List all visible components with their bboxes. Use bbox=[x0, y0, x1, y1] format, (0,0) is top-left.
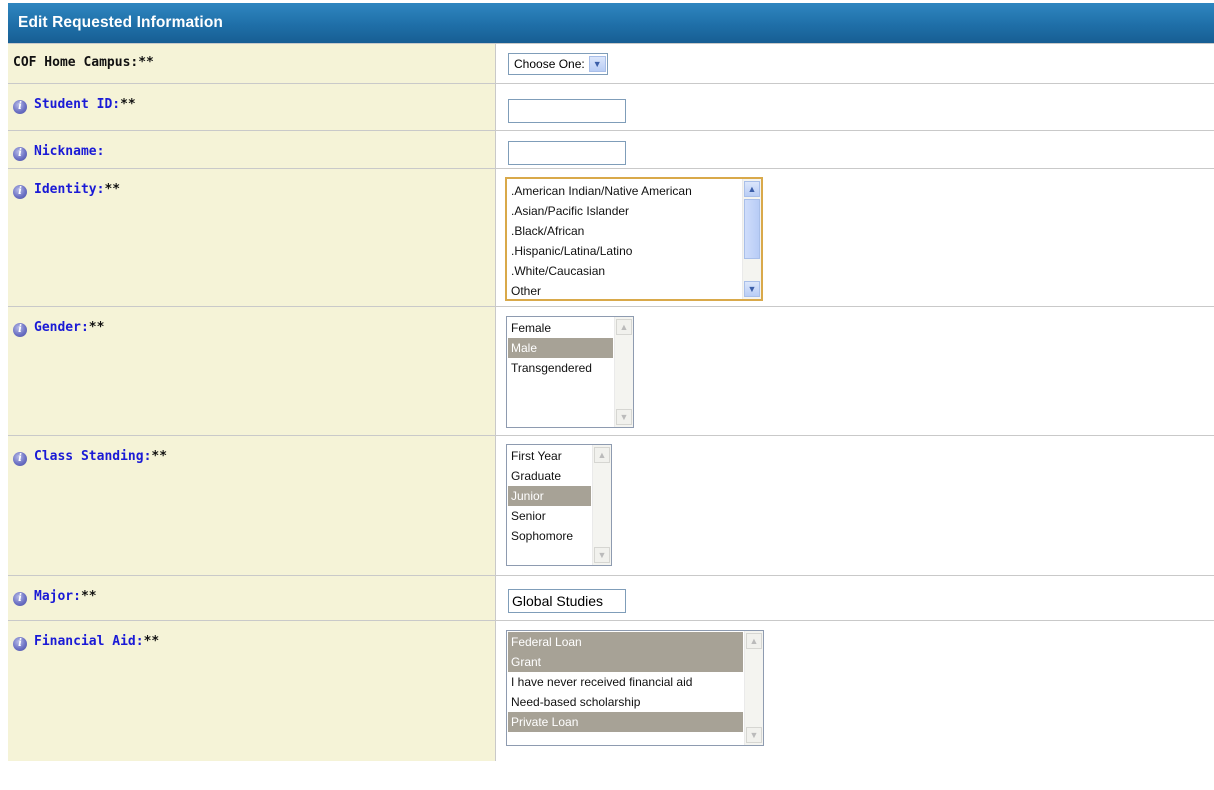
label-cell: i Identity: ** bbox=[8, 168, 496, 307]
info-icon[interactable]: i bbox=[13, 637, 27, 651]
value-cell bbox=[495, 83, 1214, 131]
listbox-option[interactable]: Senior bbox=[508, 506, 591, 526]
financial-aid-listbox[interactable]: Federal Loan Grant I have never received f… bbox=[506, 630, 764, 746]
scrollbar[interactable]: ▲ ▼ bbox=[614, 317, 633, 427]
listbox-option[interactable]: Other bbox=[508, 281, 741, 299]
gender-label: Gender: bbox=[34, 319, 89, 335]
listbox-option[interactable]: Sophomore bbox=[508, 526, 591, 546]
label-cell: i Financial Aid: ** bbox=[8, 620, 496, 761]
value-cell: Female Male Transgendered ▲ ▼ bbox=[495, 306, 1214, 436]
listbox-option[interactable]: Private Loan bbox=[508, 712, 743, 732]
listbox-option[interactable]: .Asian/Pacific Islander bbox=[508, 201, 741, 221]
listbox-option[interactable]: .White/Caucasian bbox=[508, 261, 741, 281]
required-marker: ** bbox=[104, 181, 121, 197]
value-cell: Federal Loan Grant I have never received f… bbox=[495, 620, 1214, 761]
row-campus: COF Home Campus: ** Choose One: ▼ bbox=[8, 43, 1214, 84]
listbox-option[interactable]: .American Indian/Native American bbox=[508, 181, 741, 201]
info-icon[interactable]: i bbox=[13, 185, 27, 199]
value-cell: First Year Graduate Junior Senior Sophomore … bbox=[495, 435, 1214, 576]
listbox-option[interactable]: Transgendered bbox=[508, 358, 613, 378]
major-label: Major: bbox=[34, 588, 81, 604]
scrollbar-thumb[interactable] bbox=[744, 199, 760, 259]
info-icon[interactable]: i bbox=[13, 323, 27, 337]
identity-listbox[interactable]: .American Indian/Native American .Asian/… bbox=[505, 177, 763, 301]
identity-label: Identity: bbox=[34, 181, 105, 197]
scrollbar[interactable]: ▲ ▼ bbox=[742, 179, 761, 299]
value-cell: .American Indian/Native American .Asian/… bbox=[495, 168, 1214, 307]
student-id-input[interactable] bbox=[508, 99, 626, 123]
listbox-option[interactable]: Female bbox=[508, 318, 613, 338]
label-cell: i Major: ** bbox=[8, 575, 496, 621]
required-marker: ** bbox=[120, 96, 136, 112]
scroll-up-arrow-icon[interactable]: ▲ bbox=[594, 447, 610, 463]
scroll-up-arrow-icon[interactable]: ▲ bbox=[744, 181, 760, 197]
nickname-label: Nickname: bbox=[34, 143, 105, 159]
scroll-down-arrow-icon[interactable]: ▼ bbox=[594, 547, 610, 563]
listbox-option[interactable]: First Year bbox=[508, 446, 591, 466]
major-input[interactable]: Global Studies bbox=[508, 589, 626, 613]
required-marker: ** bbox=[80, 588, 97, 604]
listbox-option[interactable]: Junior bbox=[508, 486, 591, 506]
required-marker: ** bbox=[88, 319, 105, 335]
edit-info-panel: Edit Requested Information COF Home Camp… bbox=[8, 3, 1214, 790]
financial-aid-label: Financial Aid: bbox=[34, 633, 144, 649]
label-cell: i Nickname: bbox=[8, 130, 496, 169]
nickname-input[interactable] bbox=[508, 141, 626, 165]
class-standing-listbox[interactable]: First Year Graduate Junior Senior Sophomore … bbox=[506, 444, 612, 566]
scrollbar[interactable]: ▲ ▼ bbox=[592, 445, 611, 565]
listbox-option[interactable]: Grant bbox=[508, 652, 743, 672]
campus-select-value: Choose One: bbox=[514, 57, 585, 71]
row-class-standing: i Class Standing: ** First Year Graduate Ju… bbox=[8, 435, 1214, 576]
panel-title: Edit Requested Information bbox=[18, 14, 223, 31]
gender-listbox[interactable]: Female Male Transgendered ▲ ▼ bbox=[506, 316, 634, 428]
label-cell: i Gender: ** bbox=[8, 306, 496, 436]
required-marker: ** bbox=[151, 448, 168, 464]
row-financial-aid: i Financial Aid: ** Federal Loan Grant I ha… bbox=[8, 620, 1214, 761]
campus-select[interactable]: Choose One: ▼ bbox=[508, 53, 608, 75]
info-icon[interactable]: i bbox=[13, 452, 27, 466]
listbox-option[interactable]: Need-based scholarship bbox=[508, 692, 743, 712]
student-id-label: Student ID: bbox=[34, 96, 121, 112]
info-icon[interactable]: i bbox=[13, 592, 27, 606]
row-identity: i Identity: ** .American Indian/Native Am… bbox=[8, 168, 1214, 307]
scroll-up-arrow-icon[interactable]: ▲ bbox=[746, 633, 762, 649]
listbox-option[interactable]: I have never received financial aid bbox=[508, 672, 743, 692]
panel-header: Edit Requested Information bbox=[8, 3, 1214, 43]
row-nickname: i Nickname: bbox=[8, 130, 1214, 169]
scroll-down-arrow-icon[interactable]: ▼ bbox=[616, 409, 632, 425]
campus-label: COF Home Campus: bbox=[13, 55, 139, 70]
row-major: i Major: ** Global Studies bbox=[8, 575, 1214, 621]
value-cell: Choose One: ▼ bbox=[495, 43, 1214, 84]
class-standing-label: Class Standing: bbox=[34, 448, 152, 464]
required-marker: ** bbox=[143, 633, 160, 649]
listbox-option[interactable]: Male bbox=[508, 338, 613, 358]
info-icon[interactable]: i bbox=[13, 147, 27, 161]
row-student-id: i Student ID: ** bbox=[8, 83, 1214, 131]
chevron-down-icon[interactable]: ▼ bbox=[588, 56, 606, 72]
listbox-option[interactable]: .Hispanic/Latina/Latino bbox=[508, 241, 741, 261]
required-marker: ** bbox=[138, 55, 154, 70]
value-cell bbox=[495, 130, 1214, 169]
listbox-option[interactable]: .Black/African bbox=[508, 221, 741, 241]
label-cell: COF Home Campus: ** bbox=[8, 43, 496, 84]
listbox-option[interactable]: Federal Loan bbox=[508, 632, 743, 652]
info-icon[interactable]: i bbox=[13, 100, 27, 114]
listbox-option[interactable]: Graduate bbox=[508, 466, 591, 486]
form-table: COF Home Campus: ** Choose One: ▼ i Stude… bbox=[8, 43, 1214, 761]
scroll-down-arrow-icon[interactable]: ▼ bbox=[744, 281, 760, 297]
row-gender: i Gender: ** Female Male Transgendered ▲ ▼ bbox=[8, 306, 1214, 436]
value-cell: Global Studies bbox=[495, 575, 1214, 621]
label-cell: i Student ID: ** bbox=[8, 83, 496, 131]
scroll-down-arrow-icon[interactable]: ▼ bbox=[746, 727, 762, 743]
scrollbar[interactable]: ▲ ▼ bbox=[744, 631, 763, 745]
scroll-up-arrow-icon[interactable]: ▲ bbox=[616, 319, 632, 335]
label-cell: i Class Standing: ** bbox=[8, 435, 496, 576]
